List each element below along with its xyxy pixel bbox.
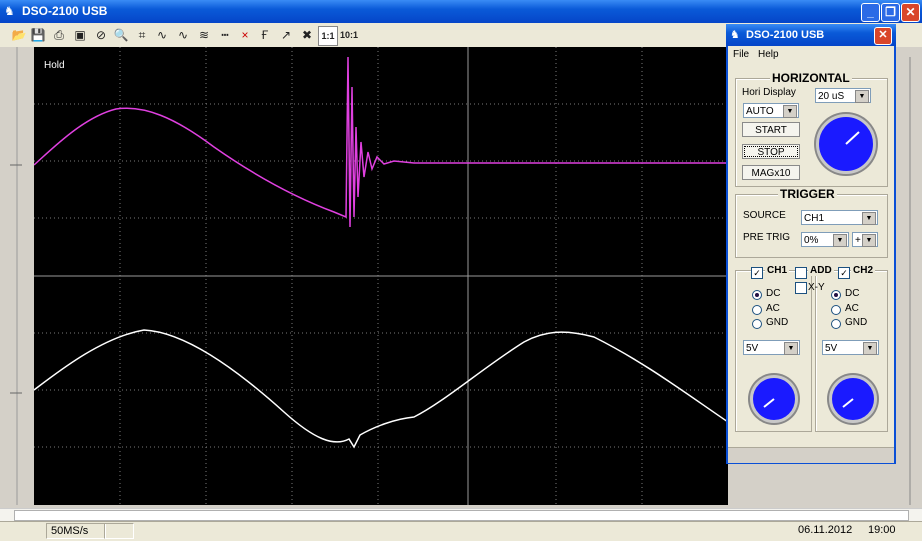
xy-checkbox[interactable]	[795, 282, 807, 294]
ch2-waveform	[34, 329, 728, 449]
trigger-source-select[interactable]: CH1 ▼	[801, 210, 878, 225]
xy-label: X-Y	[808, 282, 825, 293]
source-label: SOURCE	[743, 210, 786, 221]
menu-file[interactable]: File	[733, 49, 749, 60]
chevron-down-icon: ▼	[862, 234, 876, 247]
ch1-gnd-radio[interactable]	[752, 319, 762, 329]
timebase-select[interactable]: 20 uS ▼	[815, 88, 871, 103]
chevron-down-icon: ▼	[784, 342, 798, 355]
pretrig-label: PRE TRIG	[743, 232, 791, 243]
ch1-ac-radio[interactable]	[752, 305, 762, 315]
scale-1-1-button[interactable]: 1:1	[318, 26, 338, 46]
knob-pointer-icon	[845, 131, 860, 145]
panel-close-button[interactable]: ✕	[874, 27, 892, 45]
stop-icon[interactable]: ⊘	[92, 26, 110, 44]
ch1-dc-radio[interactable]	[752, 290, 762, 300]
ch1-label: CH1	[765, 265, 790, 276]
ch1-ac-label: AC	[766, 303, 780, 314]
scale-10-1-button[interactable]: 10:1	[339, 26, 359, 44]
zoom-icon[interactable]: 🔍	[112, 26, 130, 44]
clear-icon[interactable]: ×	[236, 26, 254, 44]
mag-button[interactable]: MAGx10	[742, 165, 800, 180]
panel-title: DSO-2100 USB	[746, 29, 825, 41]
knob-pointer-icon	[842, 398, 854, 408]
delete-icon[interactable]: ✖	[298, 26, 316, 44]
chevron-down-icon: ▼	[783, 105, 797, 118]
chevron-down-icon: ▼	[862, 212, 876, 225]
ch2-gnd-radio[interactable]	[831, 319, 841, 329]
ref-icon[interactable]: ┅	[216, 26, 234, 44]
scrollbar-thumb[interactable]	[14, 510, 909, 521]
pretrig-value: 0%	[804, 235, 819, 246]
ch1-volts-value: 5V	[746, 343, 759, 354]
app-icon: ♞	[4, 4, 15, 18]
add-label: ADD	[808, 265, 834, 276]
ch2-dc-label: DC	[845, 288, 860, 299]
status-time: 19:00	[868, 524, 896, 536]
ch1-gnd-label: GND	[766, 317, 789, 328]
pretrig-select[interactable]: 0% ▼	[801, 232, 849, 247]
wave-icon[interactable]: ∿	[153, 26, 171, 44]
cursor-icon[interactable]: ⌗	[133, 26, 151, 44]
print-icon[interactable]: ⎙	[50, 26, 68, 44]
trigger-source-value: CH1	[804, 213, 825, 224]
math-icon[interactable]: ≋	[195, 26, 213, 44]
status-date: 06.11.2012	[798, 524, 853, 536]
hold-label: Hold	[44, 60, 65, 71]
ch2-checkbox[interactable]: ✓	[838, 267, 850, 279]
hori-display-label: Hori Display	[742, 87, 796, 98]
window-title: DSO-2100 USB	[22, 4, 108, 18]
status-spacer	[130, 523, 774, 537]
trigger-group	[735, 194, 888, 258]
record-icon[interactable]: ▣	[71, 26, 89, 44]
ch2-volts-value: 5V	[825, 343, 838, 354]
ch1-waveform	[34, 56, 728, 228]
scope-grid	[34, 47, 728, 505]
auto-icon[interactable]: ↗	[277, 26, 295, 44]
close-button[interactable]: ✕	[901, 3, 920, 22]
slope-select[interactable]: + ▼	[852, 232, 878, 247]
ch2-ac-radio[interactable]	[831, 305, 841, 315]
timebase-value: 20 uS	[818, 91, 845, 102]
fft-icon[interactable]: Ғ	[256, 26, 274, 44]
ch2-ac-label: AC	[845, 303, 859, 314]
slope-value: +	[855, 235, 861, 246]
title-bar: ♞ DSO-2100 USB _ ❐ ✕	[0, 0, 922, 23]
right-axis	[909, 57, 911, 505]
add-checkbox[interactable]	[795, 267, 807, 279]
wave2-icon[interactable]: ∿	[174, 26, 192, 44]
panel-title-bar: ♞ DSO-2100 USB	[726, 24, 896, 46]
sample-rate: 50MS/s	[46, 523, 106, 539]
stop-button[interactable]: STOP	[742, 144, 800, 159]
panel-app-icon: ♞	[730, 29, 740, 41]
menu-help[interactable]: Help	[758, 49, 779, 60]
panel-footer	[728, 447, 894, 463]
knob-pointer-icon	[763, 398, 775, 408]
chevron-down-icon: ▼	[855, 90, 869, 103]
start-button[interactable]: START	[742, 122, 800, 137]
horizontal-title: HORIZONTAL	[770, 71, 852, 85]
minimize-button[interactable]: _	[861, 3, 880, 22]
trigger-title: TRIGGER	[778, 187, 837, 201]
ch2-label: CH2	[851, 265, 876, 276]
ch2-gnd-label: GND	[845, 317, 868, 328]
hori-mode-select[interactable]: AUTO ▼	[743, 103, 799, 118]
open-icon[interactable]: 📂	[10, 26, 28, 44]
save-icon[interactable]: 💾	[29, 26, 47, 44]
ch2-volts-select[interactable]: 5V ▼	[822, 340, 879, 355]
ch1-volts-select[interactable]: 5V ▼	[743, 340, 800, 355]
hori-mode-value: AUTO	[746, 106, 774, 117]
ch2-dc-radio[interactable]	[831, 290, 841, 300]
chevron-down-icon: ▼	[833, 234, 847, 247]
ch1-checkbox[interactable]: ✓	[751, 267, 763, 279]
maximize-button[interactable]: ❐	[881, 3, 900, 22]
chevron-down-icon: ▼	[863, 342, 877, 355]
ch1-dc-label: DC	[766, 288, 781, 299]
